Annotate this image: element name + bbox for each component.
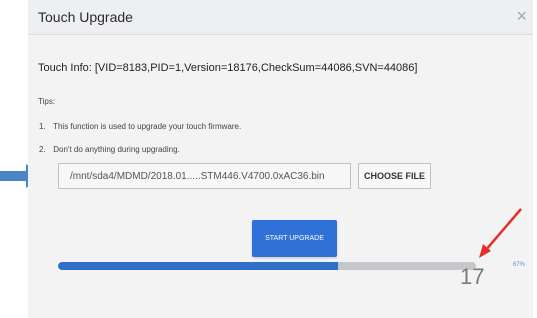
tip-text: Don't do anything during upgrading. bbox=[53, 145, 180, 154]
file-path-value: /mnt/sda4/MDMD/2018.01.....STM446.V4700.… bbox=[70, 171, 325, 182]
tip-number: 2. bbox=[39, 145, 46, 154]
dialog-title: Touch Upgrade bbox=[38, 9, 133, 25]
choose-file-button[interactable]: CHOOSE FILE bbox=[358, 163, 431, 189]
file-path-field[interactable]: /mnt/sda4/MDMD/2018.01.....STM446.V4700.… bbox=[58, 163, 351, 189]
tips-label: Tips: bbox=[38, 97, 56, 106]
dialog-title-bar: Touch Upgrade × bbox=[28, 0, 533, 35]
upgrade-progress-fill bbox=[58, 262, 339, 270]
touch-upgrade-dialog: Touch Upgrade × Touch Info: [VID=8183,PI… bbox=[28, 0, 533, 318]
screenshot-stage: Touch Upgrade × Touch Info: [VID=8183,PI… bbox=[0, 0, 537, 318]
annotation-arrow-red-icon bbox=[479, 208, 522, 258]
upgrade-progress-bar bbox=[58, 262, 476, 270]
progress-percent: 67% bbox=[513, 262, 526, 268]
touch-info-text: Touch Info: [VID=8183,PID=1,Version=1817… bbox=[38, 62, 418, 74]
tip-item: 1. This function is used to upgrade your… bbox=[39, 122, 241, 131]
close-icon[interactable]: × bbox=[516, 6, 527, 27]
tip-number: 1. bbox=[39, 122, 46, 131]
annotation-number: 17 bbox=[460, 264, 485, 289]
start-upgrade-button[interactable]: START UPGRADE bbox=[252, 220, 337, 257]
tip-text: This function is used to upgrade your to… bbox=[53, 122, 242, 131]
tip-item: 2. Don't do anything during upgrading. bbox=[39, 145, 180, 154]
